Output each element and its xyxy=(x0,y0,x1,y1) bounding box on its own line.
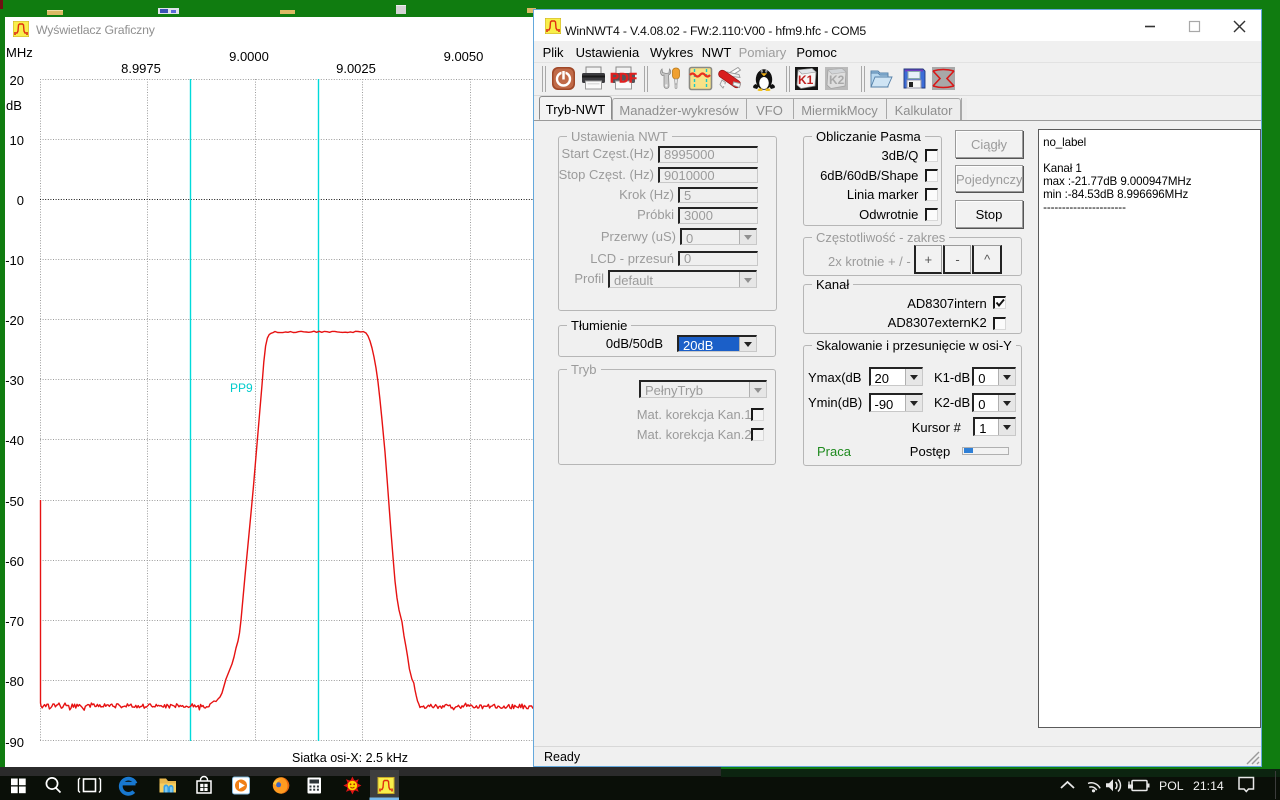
svg-text:K1: K1 xyxy=(798,73,814,87)
svg-text:PDF: PDF xyxy=(610,71,637,86)
svg-text:K2: K2 xyxy=(829,73,845,87)
